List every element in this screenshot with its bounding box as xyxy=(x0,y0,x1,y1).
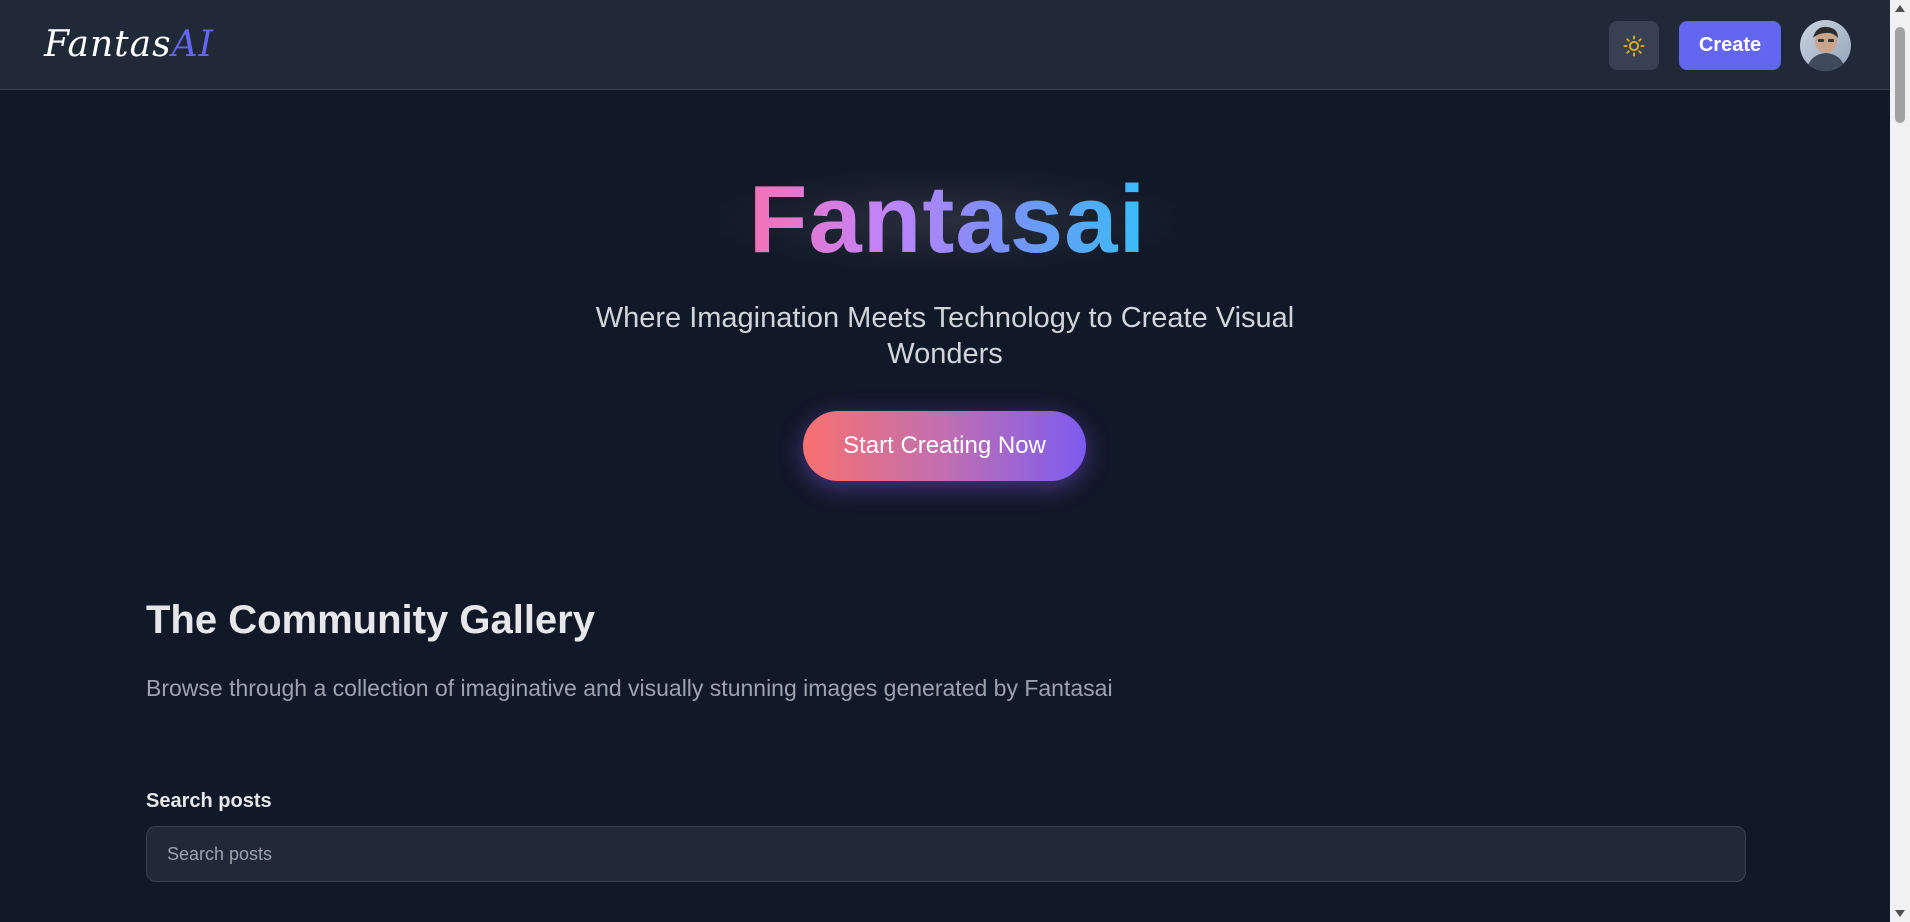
search-label: Search posts xyxy=(146,790,272,812)
gallery-title: The Community Gallery xyxy=(146,598,595,642)
hero-subtitle: Where Imagination Meets Technology to Cr… xyxy=(595,302,1295,370)
theme-toggle-button[interactable] xyxy=(1609,21,1659,70)
logo-text-ai: AI xyxy=(171,24,214,65)
sun-icon xyxy=(1623,34,1645,57)
page-scrollbar[interactable] xyxy=(1890,0,1910,922)
hero-title-container: Fantasai xyxy=(720,170,1175,270)
user-avatar[interactable] xyxy=(1800,20,1851,71)
hero-title: Fantasai xyxy=(748,166,1147,273)
page: Fantas AI Create Fantasai Where Imaginat… xyxy=(0,0,1910,922)
logo[interactable]: Fantas AI xyxy=(44,20,214,70)
scroll-up-arrow-icon[interactable] xyxy=(1890,0,1910,17)
start-creating-button[interactable]: Start Creating Now xyxy=(803,411,1086,481)
logo-text-fantas: Fantas xyxy=(44,24,172,65)
search-input[interactable] xyxy=(146,826,1746,882)
create-button[interactable]: Create xyxy=(1679,21,1781,70)
gallery-description: Browse through a collection of imaginati… xyxy=(146,675,1113,701)
avatar-image xyxy=(1800,20,1851,71)
scrollbar-thumb[interactable] xyxy=(1895,27,1905,123)
scroll-down-arrow-icon[interactable] xyxy=(1890,905,1910,922)
top-navbar: Fantas AI Create xyxy=(0,0,1890,90)
